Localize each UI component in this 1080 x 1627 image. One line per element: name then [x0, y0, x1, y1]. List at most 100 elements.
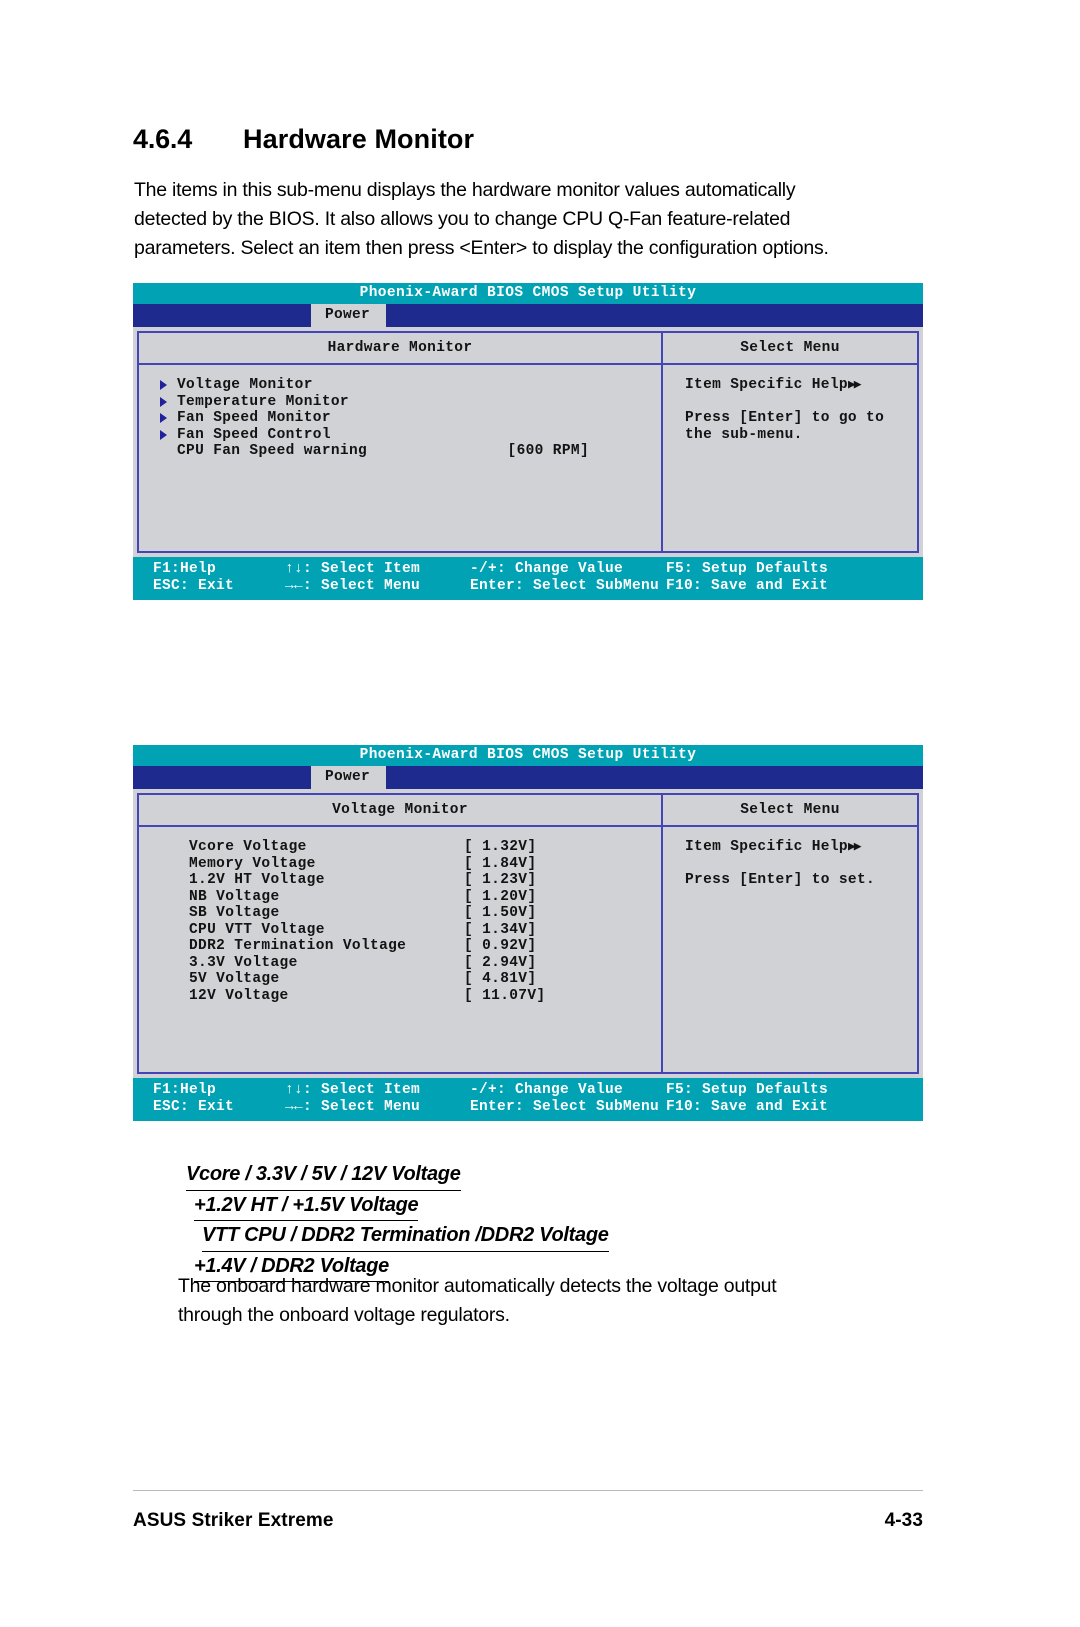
- voltage-list: Vcore Voltage [ 1.32V] Memory Voltage [ …: [139, 827, 661, 1072]
- key-select-item: ↑↓: Select Item: [285, 561, 421, 577]
- submenu-arrow-icon: [159, 377, 177, 394]
- footer-page-number: 4-33: [884, 1510, 923, 1531]
- key-legend-row-1: F1:Help ↑↓: Select Item -/+: Change Valu…: [133, 1082, 923, 1099]
- bios-main-panel: Voltage Monitor Vcore Voltage [ 1.32V] M…: [137, 793, 661, 1074]
- key-legend-row-2: ESC: Exit →←: Select Menu Enter: Select …: [133, 578, 923, 595]
- key-enter-select-submenu: Enter: Select SubMenu: [470, 578, 660, 594]
- help-title: Item Specific Help ▶▶: [663, 377, 917, 394]
- help-title-label: Item Specific Help: [685, 839, 848, 855]
- list-item[interactable]: Voltage Monitor: [139, 377, 661, 394]
- bios-menu-bar: Power: [133, 766, 923, 789]
- list-item[interactable]: Temperature Monitor: [139, 394, 661, 411]
- list-item[interactable]: Fan Speed Control: [139, 427, 661, 444]
- panel-header-hardware-monitor: Hardware Monitor: [139, 333, 661, 365]
- panel-header-select-menu: Select Menu: [663, 795, 917, 827]
- section-number: 4.6.4: [133, 124, 193, 154]
- voltage-label: Vcore Voltage: [189, 839, 307, 855]
- key-select-item: ↑↓: Select Item: [285, 1082, 421, 1098]
- table-row[interactable]: SB Voltage [ 1.50V]: [139, 905, 661, 922]
- intro-line-3: parameters. Select an item then press <E…: [134, 237, 829, 259]
- list-item[interactable]: Fan Speed Monitor: [139, 410, 661, 427]
- key-f1-help: F1:Help: [153, 1082, 217, 1098]
- voltage-label: 1.2V HT Voltage: [189, 872, 325, 888]
- table-row[interactable]: 1.2V HT Voltage [ 1.23V]: [139, 872, 661, 889]
- table-row[interactable]: Vcore Voltage [ 1.32V]: [139, 839, 661, 856]
- list-item[interactable]: CPU Fan Speed warning [600 RPM]: [139, 443, 661, 460]
- no-arrow-spacer: [159, 443, 177, 460]
- voltage-value: [ 1.23V]: [464, 872, 537, 888]
- menu-item-label: Voltage Monitor: [177, 377, 313, 393]
- table-row[interactable]: Memory Voltage [ 1.84V]: [139, 856, 661, 873]
- bios-title-bar: Phoenix-Award BIOS CMOS Setup Utility: [133, 745, 923, 766]
- table-row[interactable]: 5V Voltage [ 4.81V]: [139, 971, 661, 988]
- bios-key-legend: F1:Help ↑↓: Select Item -/+: Change Valu…: [133, 1078, 923, 1121]
- key-esc-exit: ESC: Exit: [153, 1099, 235, 1115]
- bios-help-panel: Select Menu Item Specific Help ▶▶ Press […: [661, 793, 919, 1074]
- table-row[interactable]: DDR2 Termination Voltage [ 0.92V]: [139, 938, 661, 955]
- bios-tab-power[interactable]: Power: [311, 304, 387, 327]
- key-f10-save-exit: F10: Save and Exit: [666, 1099, 829, 1115]
- voltage-label: DDR2 Termination Voltage: [189, 938, 407, 954]
- closing-line-1: The onboard hardware monitor automatical…: [178, 1275, 777, 1297]
- help-line-2: the sub-menu.: [685, 426, 803, 443]
- subheading-2-text: +1.2V HT / +1.5V Voltage: [194, 1191, 419, 1221]
- key-f5-setup-defaults: F5: Setup Defaults: [666, 1082, 829, 1098]
- key-change-value: -/+: Change Value: [470, 1082, 624, 1098]
- voltage-value: [ 1.34V]: [464, 921, 537, 938]
- voltage-label: NB Voltage: [189, 888, 280, 905]
- closing-line-2: through the onboard voltage regulators.: [178, 1304, 510, 1326]
- subheading-2: +1.2V HT / +1.5V Voltage: [186, 1191, 976, 1221]
- help-text-area: Item Specific Help ▶▶ Press [Enter] to go…: [663, 365, 917, 551]
- bios-screenshot-voltage-monitor: Phoenix-Award BIOS CMOS Setup Utility Po…: [133, 745, 923, 1121]
- menu-item-label: Temperature Monitor: [177, 393, 349, 410]
- voltage-value: [ 1.84V]: [464, 855, 537, 872]
- help-line-1: Press [Enter] to go to: [685, 410, 885, 426]
- footer-divider: [133, 1490, 923, 1491]
- submenu-arrow-icon: [159, 394, 177, 411]
- intro-line-1: The items in this sub-menu displays the …: [134, 179, 796, 201]
- voltage-value: [ 1.32V]: [464, 839, 537, 855]
- voltage-value: [ 0.92V]: [464, 938, 537, 954]
- submenu-arrow-icon: [159, 410, 177, 427]
- voltage-label: 12V Voltage: [189, 987, 289, 1004]
- menu-item-label: Fan Speed Control: [177, 426, 331, 443]
- voltage-label: SB Voltage: [189, 905, 280, 921]
- key-enter-select-submenu: Enter: Select SubMenu: [470, 1099, 660, 1115]
- subheading-group: Vcore / 3.3V / 5V / 12V Voltage +1.2V HT…: [186, 1160, 976, 1282]
- intro-line-2: detected by the BIOS. It also allows you…: [134, 208, 791, 230]
- help-line-1: Press [Enter] to set.: [685, 872, 876, 888]
- bios-body: Voltage Monitor Vcore Voltage [ 1.32V] M…: [133, 789, 923, 1074]
- table-row[interactable]: 3.3V Voltage [ 2.94V]: [139, 955, 661, 972]
- subheading-3: VTT CPU / DDR2 Termination /DDR2 Voltage: [186, 1221, 976, 1252]
- menu-item-value[interactable]: [600 RPM]: [508, 443, 661, 460]
- subheading-1-text: Vcore / 3.3V / 5V / 12V Voltage: [186, 1160, 461, 1191]
- help-text-area: Item Specific Help ▶▶ Press [Enter] to se…: [663, 827, 917, 1072]
- bios-main-panel: Hardware Monitor Voltage Monitor Tempera…: [137, 331, 661, 553]
- key-select-menu: →←: Select Menu: [285, 1099, 421, 1115]
- table-row[interactable]: CPU VTT Voltage [ 1.34V]: [139, 922, 661, 939]
- footer-product-name: ASUS Striker Extreme: [133, 1510, 334, 1531]
- subheading-1: Vcore / 3.3V / 5V / 12V Voltage: [186, 1160, 976, 1191]
- bios-help-panel: Select Menu Item Specific Help ▶▶ Press […: [661, 331, 919, 553]
- bios-screenshot-hardware-monitor: Phoenix-Award BIOS CMOS Setup Utility Po…: [133, 283, 923, 600]
- key-change-value: -/+: Change Value: [470, 561, 624, 577]
- double-chevron-right-icon: ▶▶: [847, 377, 862, 392]
- table-row[interactable]: NB Voltage [ 1.20V]: [139, 889, 661, 906]
- key-f1-help: F1:Help: [153, 561, 217, 577]
- key-f5-setup-defaults: F5: Setup Defaults: [666, 561, 829, 577]
- intro-paragraph: The items in this sub-menu displays the …: [134, 176, 934, 263]
- menu-item-label: Fan Speed Monitor: [177, 410, 331, 426]
- voltage-label: Memory Voltage: [189, 855, 316, 872]
- document-page: 4.6.4 Hardware Monitor The items in this…: [0, 0, 1080, 1627]
- voltage-value: [ 4.81V]: [464, 971, 537, 987]
- bios-tab-power[interactable]: Power: [311, 766, 387, 789]
- bios-menu-list: Voltage Monitor Temperature Monitor Fan …: [139, 365, 661, 551]
- table-row[interactable]: 12V Voltage [ 11.07V]: [139, 988, 661, 1005]
- key-legend-row-2: ESC: Exit →←: Select Menu Enter: Select …: [133, 1099, 923, 1116]
- voltage-value: [ 2.94V]: [464, 954, 537, 971]
- double-chevron-right-icon: ▶▶: [847, 839, 862, 854]
- voltage-label: 5V Voltage: [189, 971, 280, 987]
- help-title: Item Specific Help ▶▶: [663, 839, 917, 856]
- page-title: 4.6.4 Hardware Monitor: [133, 124, 933, 155]
